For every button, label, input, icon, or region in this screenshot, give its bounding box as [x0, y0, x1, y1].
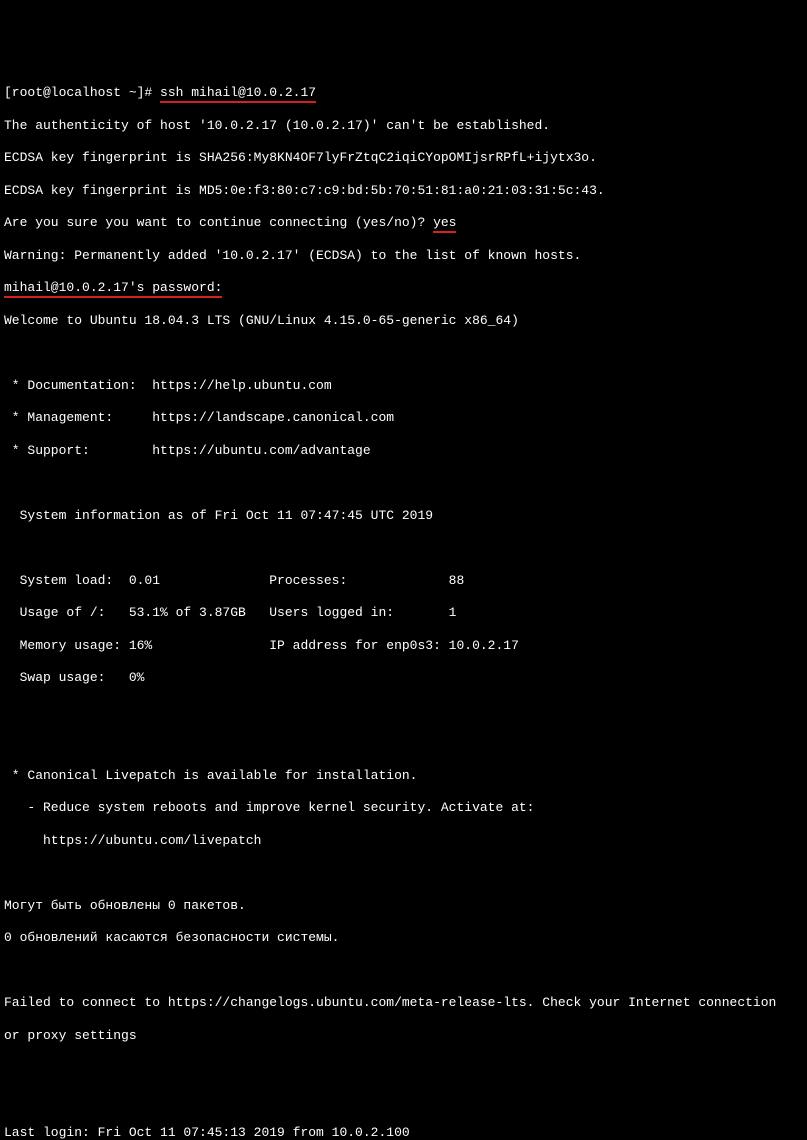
terminal-line: or proxy settings	[4, 1028, 803, 1044]
terminal-line	[4, 963, 803, 979]
terminal-line	[4, 703, 803, 719]
terminal-line	[4, 475, 803, 491]
terminal-line: https://ubuntu.com/livepatch	[4, 833, 803, 849]
terminal-line: ECDSA key fingerprint is MD5:0e:f3:80:c7…	[4, 183, 803, 199]
terminal-line: Welcome to Ubuntu 18.04.3 LTS (GNU/Linux…	[4, 313, 803, 329]
terminal-line: Могут быть обновлены 0 пакетов.	[4, 898, 803, 914]
terminal-line: * Management: https://landscape.canonica…	[4, 410, 803, 426]
terminal-line: * Canonical Livepatch is available for i…	[4, 768, 803, 784]
terminal-line: Swap usage: 0%	[4, 670, 803, 686]
terminal-line: System information as of Fri Oct 11 07:4…	[4, 508, 803, 524]
terminal-line: - Reduce system reboots and improve kern…	[4, 800, 803, 816]
terminal-line	[4, 865, 803, 881]
terminal-line: * Documentation: https://help.ubuntu.com	[4, 378, 803, 394]
terminal-line: ECDSA key fingerprint is SHA256:My8KN4OF…	[4, 150, 803, 166]
terminal-line: Last login: Fri Oct 11 07:45:13 2019 fro…	[4, 1125, 803, 1140]
terminal-line: Warning: Permanently added '10.0.2.17' (…	[4, 248, 803, 264]
terminal-line: System load: 0.01 Processes: 88	[4, 573, 803, 589]
terminal-line	[4, 1093, 803, 1109]
terminal-line: mihail@10.0.2.17's password:	[4, 280, 803, 296]
terminal-output[interactable]: [root@localhost ~]# ssh mihail@10.0.2.17…	[4, 69, 803, 1140]
continue-question: Are you sure you want to continue connec…	[4, 215, 433, 230]
terminal-line: Memory usage: 16% IP address for enp0s3:…	[4, 638, 803, 654]
terminal-line: Usage of /: 53.1% of 3.87GB Users logged…	[4, 605, 803, 621]
ssh-command: ssh mihail@10.0.2.17	[160, 85, 316, 101]
terminal-line	[4, 345, 803, 361]
terminal-line: Are you sure you want to continue connec…	[4, 215, 803, 231]
password-prompt: mihail@10.0.2.17's password:	[4, 280, 222, 296]
terminal-line: The authenticity of host '10.0.2.17 (10.…	[4, 118, 803, 134]
terminal-line: 0 обновлений касаются безопасности систе…	[4, 930, 803, 946]
terminal-line	[4, 1060, 803, 1076]
shell-prompt: [root@localhost ~]#	[4, 85, 152, 100]
terminal-line	[4, 540, 803, 556]
terminal-line: * Support: https://ubuntu.com/advantage	[4, 443, 803, 459]
terminal-line: [root@localhost ~]# ssh mihail@10.0.2.17	[4, 85, 803, 101]
terminal-line: Failed to connect to https://changelogs.…	[4, 995, 803, 1011]
terminal-line	[4, 735, 803, 751]
continue-answer: yes	[433, 215, 456, 231]
